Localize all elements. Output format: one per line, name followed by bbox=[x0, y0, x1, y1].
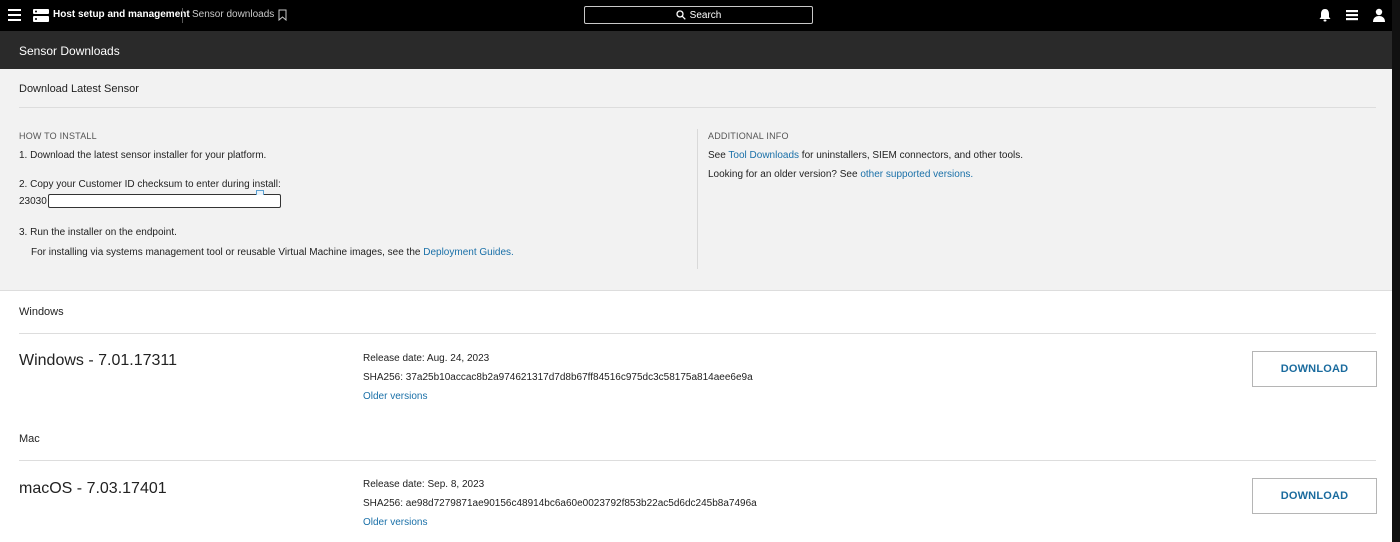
deployment-guides-link[interactable]: Deployment Guides. bbox=[423, 247, 514, 258]
download-button-windows[interactable]: DOWNLOAD bbox=[1252, 351, 1377, 387]
menu-icon[interactable] bbox=[8, 8, 21, 22]
install-step-2: 2. Copy your Customer ID checksum to ent… bbox=[19, 179, 281, 190]
scrollbar[interactable] bbox=[1392, 0, 1400, 542]
install-panel: Download Latest Sensor HOW TO INSTALL 1.… bbox=[0, 69, 1400, 291]
release-date-windows: Release date: Aug. 24, 2023 bbox=[363, 353, 490, 364]
older-versions-link-mac[interactable]: Older versions bbox=[363, 517, 427, 528]
install-panel-title: Download Latest Sensor bbox=[19, 83, 139, 95]
search-bar[interactable]: Search bbox=[584, 6, 813, 24]
customer-id-checksum[interactable]: 23030 bbox=[19, 190, 281, 208]
search-icon bbox=[676, 10, 686, 20]
how-to-install-heading: HOW TO INSTALL bbox=[19, 131, 97, 141]
inbox-icon[interactable] bbox=[1344, 7, 1360, 23]
install-step-3: 3. Run the installer on the endpoint. bbox=[19, 227, 177, 238]
sha256-windows: SHA256: 37a25b10accac8b2a974621317d7d8b6… bbox=[363, 372, 753, 383]
other-versions-link[interactable]: other supported versions. bbox=[860, 169, 973, 180]
bookmark-icon[interactable] bbox=[278, 9, 287, 21]
search-label: Search bbox=[689, 9, 722, 21]
product-name-windows: Windows - 7.01.17311 bbox=[19, 352, 178, 369]
page-title: Sensor Downloads bbox=[19, 44, 120, 58]
additional-info-heading: ADDITIONAL INFO bbox=[708, 131, 789, 141]
section-divider bbox=[19, 460, 1376, 461]
additional-info-line-1: See Tool Downloads for uninstallers, SIE… bbox=[708, 150, 1024, 161]
column-divider bbox=[697, 129, 698, 269]
older-versions-link-windows[interactable]: Older versions bbox=[363, 391, 427, 402]
section-divider bbox=[19, 333, 1376, 334]
copy-icon[interactable] bbox=[255, 190, 264, 195]
release-date-mac: Release date: Sep. 8, 2023 bbox=[363, 479, 485, 490]
user-icon[interactable] bbox=[1371, 7, 1387, 23]
section-mac: Mac bbox=[19, 433, 40, 445]
additional-info-line-2: Looking for an older version? See other … bbox=[708, 169, 974, 180]
sha256-mac: SHA256: ae98d7279871ae90156c48914bc6a60e… bbox=[363, 498, 757, 509]
checksum-prefix: 23030 bbox=[19, 195, 47, 207]
install-step-1: 1. Download the latest sensor installer … bbox=[19, 150, 267, 161]
checksum-field[interactable] bbox=[47, 190, 281, 208]
top-nav-bar: Host setup and management Sensor downloa… bbox=[0, 0, 1400, 31]
section-windows: Windows bbox=[19, 306, 64, 318]
product-name-mac: macOS - 7.03.17401 bbox=[19, 480, 167, 497]
install-step-3-detail: For installing via systems management to… bbox=[31, 247, 514, 258]
page-header: Sensor Downloads bbox=[0, 31, 1400, 69]
panel-divider bbox=[19, 107, 1376, 108]
breadcrumb-host-setup[interactable]: Host setup and management bbox=[53, 9, 190, 20]
breadcrumb-separator bbox=[182, 8, 183, 23]
app-icon[interactable] bbox=[33, 9, 49, 22]
download-button-mac[interactable]: DOWNLOAD bbox=[1252, 478, 1377, 514]
breadcrumb-sensor-downloads[interactable]: Sensor downloads bbox=[192, 9, 274, 20]
tool-downloads-link[interactable]: Tool Downloads bbox=[728, 150, 799, 161]
bell-icon[interactable] bbox=[1317, 7, 1333, 23]
